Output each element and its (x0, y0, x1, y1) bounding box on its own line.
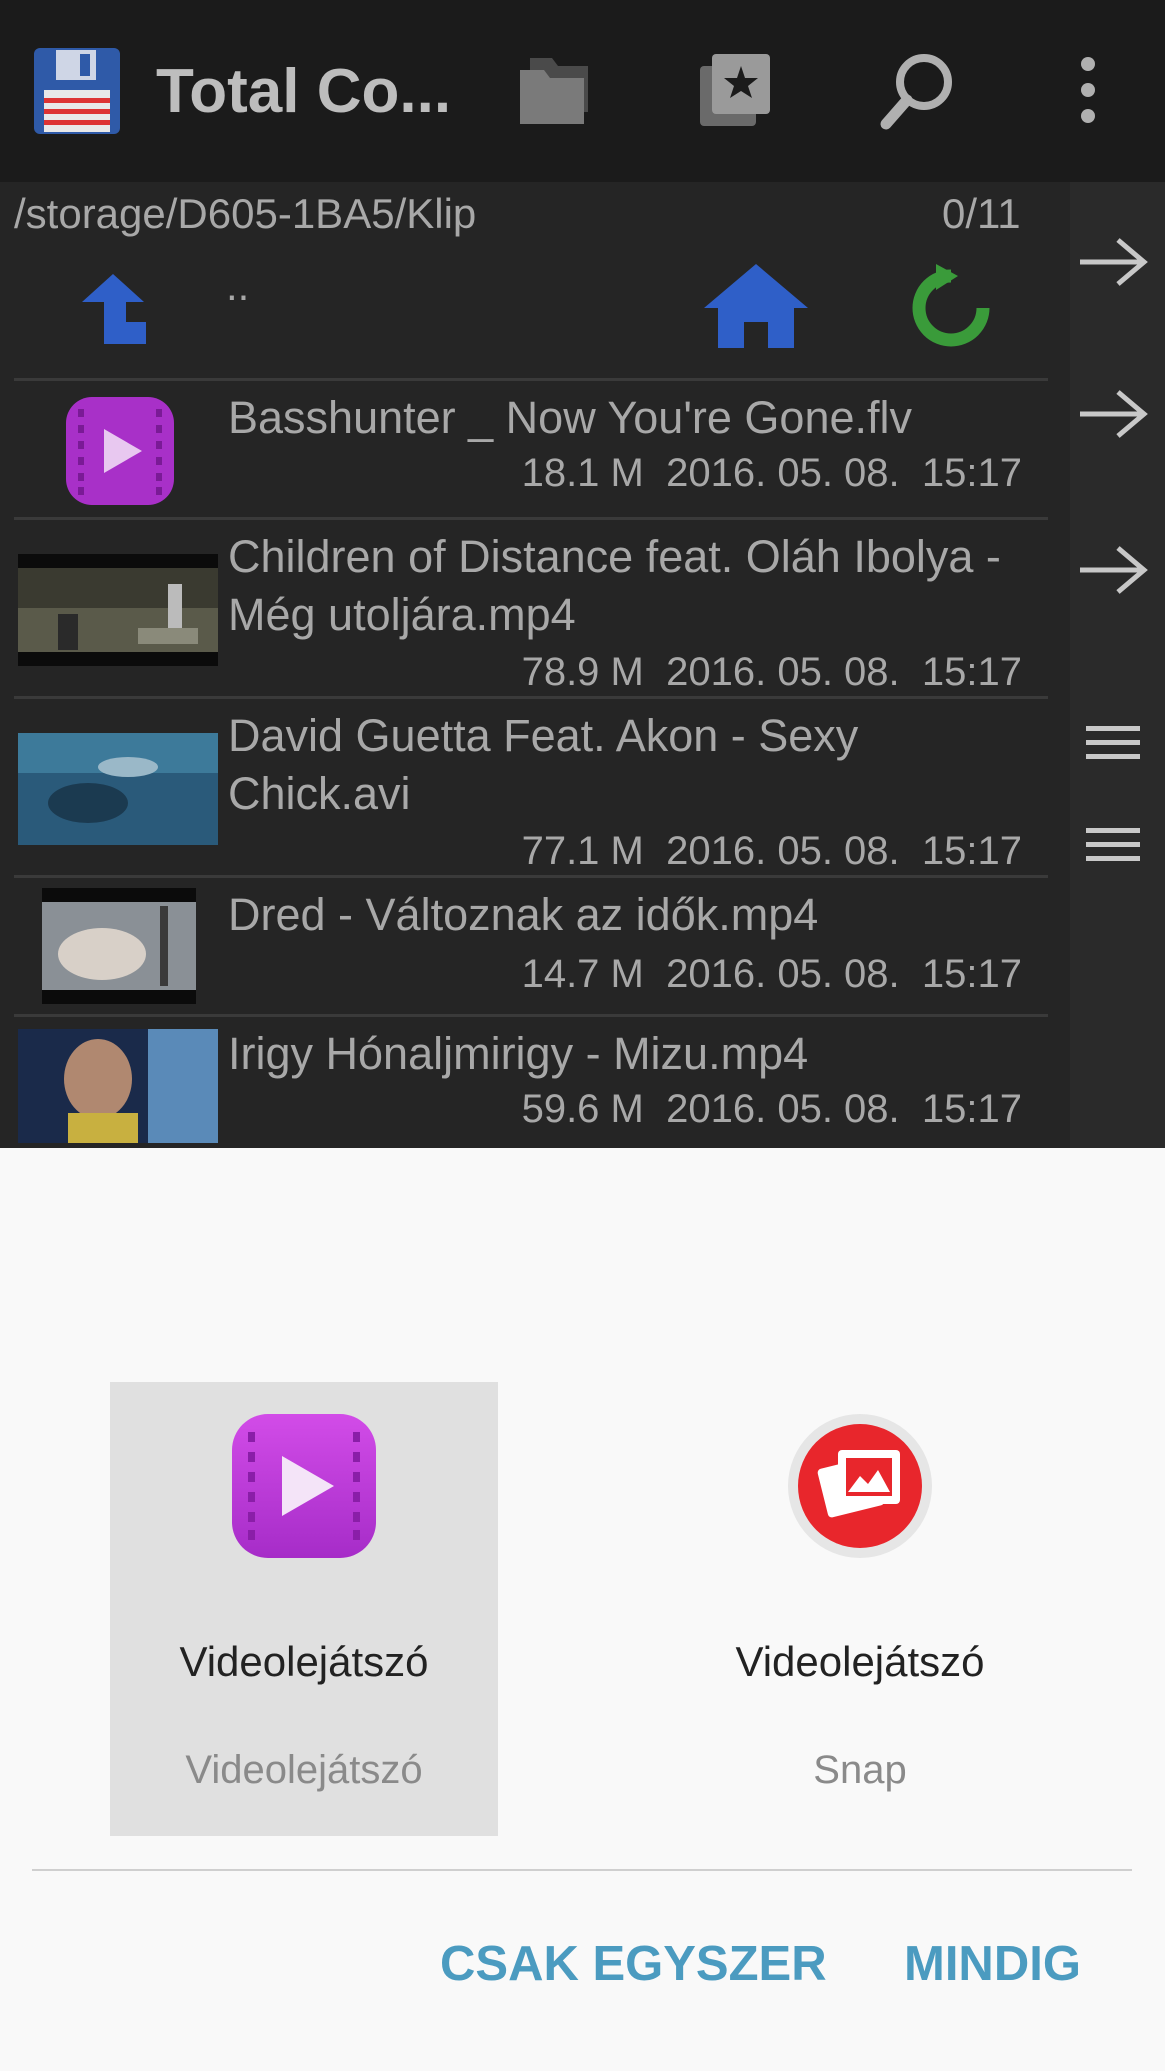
video-thumbnail (18, 733, 218, 845)
floppy-disk-icon[interactable] (32, 46, 122, 136)
file-name: David Guetta Feat. Akon - Sexy Chick.avi (228, 710, 859, 819)
video-thumbnail (18, 1029, 218, 1143)
app-option-snap[interactable]: Videolejátszó Snap (666, 1382, 1054, 1836)
video-thumbnail (42, 888, 196, 1004)
overflow-menu-icon[interactable] (1076, 50, 1100, 130)
app-option-sublabel: Videolejátszó (185, 1748, 423, 1792)
file-meta: 18.1 M 2016. 05. 08. 15:17 (522, 451, 1022, 496)
file-date: 2016. 05. 08. (666, 952, 900, 996)
file-row[interactable]: David Guetta Feat. Akon - Sexy Chick.avi… (14, 696, 1048, 875)
always-button[interactable]: MINDIG (904, 1936, 1081, 1992)
file-size: 78.9 M (521, 650, 644, 694)
parent-directory[interactable]: .. (226, 262, 249, 310)
selection-counter: 0/11 (942, 190, 1021, 237)
app-option-label: Videolejátszó (735, 1638, 985, 1685)
arrow-right-icon[interactable] (1078, 388, 1148, 440)
file-date: 2016. 05. 08. (666, 1087, 900, 1131)
file-time: 15:17 (921, 952, 1022, 996)
file-row[interactable]: Children of Distance feat. Oláh Ibolya -… (14, 517, 1048, 696)
search-icon[interactable] (880, 50, 956, 130)
up-directory-icon[interactable] (80, 272, 146, 346)
home-icon[interactable] (702, 262, 810, 348)
file-meta: 78.9 M 2016. 05. 08. 15:17 (522, 650, 1022, 695)
file-size: 14.7 M (521, 952, 644, 996)
file-name: Children of Distance feat. Oláh Ibolya -… (228, 531, 1001, 640)
file-meta: 77.1 M 2016. 05. 08. 15:17 (522, 829, 1022, 874)
file-date: 2016. 05. 08. (666, 829, 900, 873)
file-time: 15:17 (921, 1087, 1022, 1131)
file-size: 59.6 M (521, 1087, 644, 1131)
menu-lines-icon[interactable] (1084, 722, 1142, 764)
file-time: 15:17 (921, 829, 1022, 873)
file-row[interactable]: Irigy Hónaljmirigy - Mizu.mp4 59.6 M 201… (14, 1014, 1048, 1151)
video-thumbnail (18, 554, 218, 666)
bookmarks-icon[interactable] (698, 50, 774, 130)
file-row[interactable]: Basshunter _ Now You're Gone.flv 18.1 M … (14, 378, 1048, 517)
file-name: Basshunter _ Now You're Gone.flv (228, 392, 913, 443)
file-meta: 59.6 M 2016. 05. 08. 15:17 (522, 1087, 1022, 1132)
menu-lines-icon[interactable] (1084, 824, 1142, 866)
current-path[interactable]: /storage/D605-1BA5/Klip (14, 190, 476, 238)
refresh-icon[interactable] (906, 262, 996, 352)
app-option-video-player[interactable]: Videolejátszó Videolejátszó (110, 1382, 498, 1836)
just-once-button[interactable]: CSAK EGYSZER (440, 1936, 827, 1992)
file-time: 15:17 (921, 451, 1022, 495)
file-row[interactable]: Dred - Változnak az idők.mp4 14.7 M 2016… (14, 875, 1048, 1014)
file-name: Irigy Hónaljmirigy - Mizu.mp4 (228, 1028, 809, 1079)
file-date: 2016. 05. 08. (666, 650, 900, 694)
side-command-column (1070, 182, 1165, 1148)
video-player-icon (232, 1414, 376, 1558)
divider (32, 1869, 1132, 1871)
file-date: 2016. 05. 08. (666, 451, 900, 495)
file-size: 77.1 M (521, 829, 644, 873)
folders-icon[interactable] (516, 50, 598, 130)
file-size: 18.1 M (521, 451, 644, 495)
app-option-label: Videolejátszó (179, 1638, 429, 1685)
app-title: Total Co... (156, 57, 452, 126)
arrow-right-icon[interactable] (1078, 544, 1148, 596)
app-option-sublabel: Snap (813, 1748, 907, 1792)
file-meta: 14.7 M 2016. 05. 08. 15:17 (522, 952, 1022, 997)
video-player-icon (66, 397, 174, 505)
arrow-right-icon[interactable] (1078, 236, 1148, 288)
file-name: Dred - Változnak az idők.mp4 (228, 889, 819, 940)
file-time: 15:17 (921, 650, 1022, 694)
app-bar: Total Co... (0, 0, 1165, 182)
snap-gallery-icon (788, 1414, 932, 1558)
